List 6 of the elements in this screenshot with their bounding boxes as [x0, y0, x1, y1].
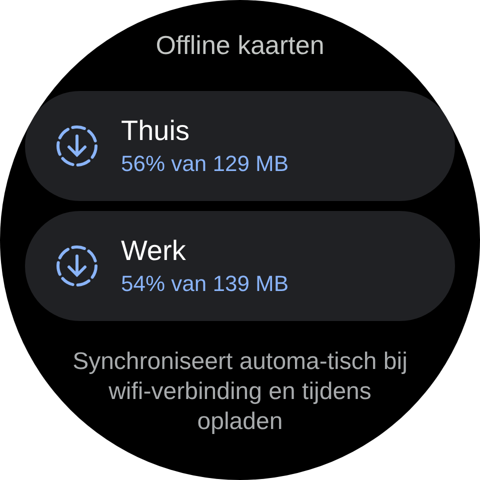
map-name: Thuis [121, 114, 190, 148]
download-icon [55, 244, 99, 288]
sync-note: Synchroniseert automa-tisch bij wifi-verbinding en tijdens opladen [72, 347, 408, 437]
map-name: Werk [121, 234, 187, 268]
download-icon [55, 124, 99, 168]
screen-title: Offline kaarten [156, 29, 324, 62]
